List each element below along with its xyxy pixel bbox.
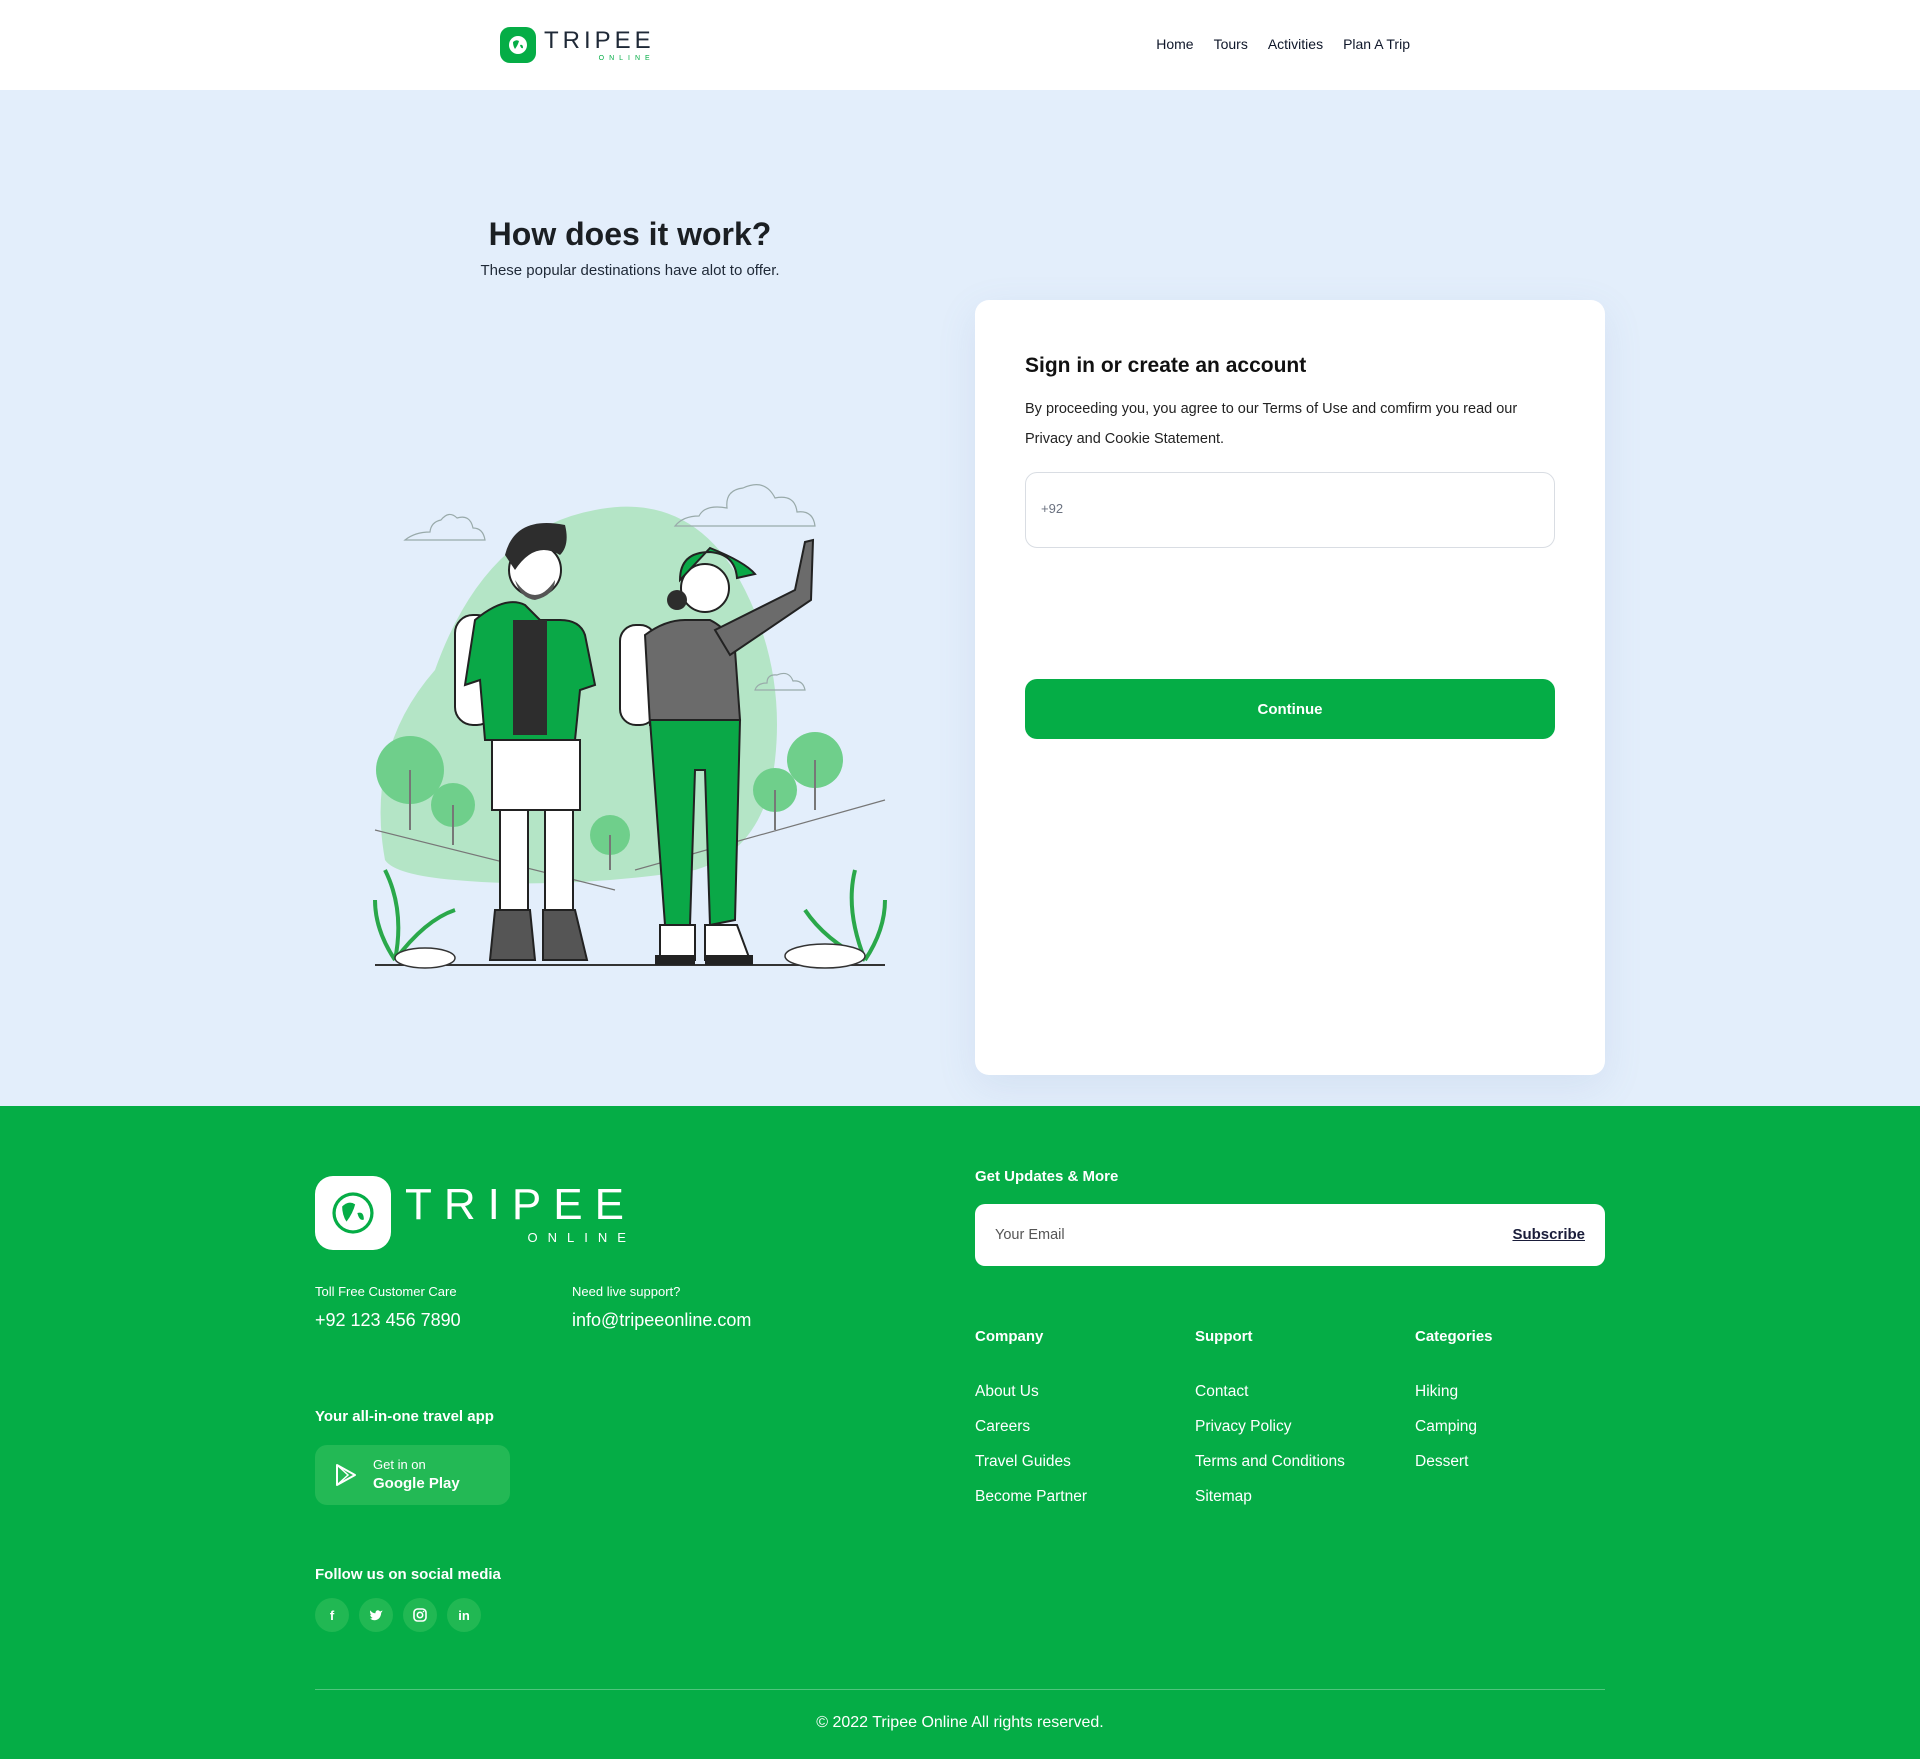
google-play-button[interactable]: Get in on Google Play bbox=[315, 1445, 510, 1505]
link-terms[interactable]: Terms and Conditions bbox=[1195, 1453, 1345, 1471]
nav-home[interactable]: Home bbox=[1156, 36, 1193, 52]
continue-button[interactable]: Continue bbox=[1025, 679, 1555, 739]
copyright-text: © 2022 Tripee Online All rights reserved… bbox=[816, 1714, 1104, 1731]
link-travel-guides[interactable]: Travel Guides bbox=[975, 1453, 1071, 1471]
logo-tagline: ONLINE bbox=[598, 54, 655, 62]
nav-activities[interactable]: Activities bbox=[1268, 36, 1323, 52]
phone-field[interactable] bbox=[1025, 472, 1555, 548]
link-become-partner[interactable]: Become Partner bbox=[975, 1488, 1087, 1506]
support-email[interactable]: info@tripeeonline.com bbox=[572, 1310, 751, 1331]
site-logo[interactable]: TRIPEE ONLINE bbox=[500, 26, 655, 64]
newsletter-box: Subscribe bbox=[975, 1204, 1605, 1266]
email-input[interactable] bbox=[995, 1222, 1465, 1248]
facebook-icon[interactable]: f bbox=[315, 1598, 349, 1632]
play-store-icon bbox=[336, 1464, 356, 1486]
signin-title: Sign in or create an account bbox=[1025, 354, 1307, 377]
hero-subtitle: These popular destinations have alot to … bbox=[480, 262, 780, 279]
link-hiking[interactable]: Hiking bbox=[1415, 1383, 1458, 1401]
app-heading: Your all-in-one travel app bbox=[315, 1408, 494, 1425]
link-sitemap[interactable]: Sitemap bbox=[1195, 1488, 1252, 1506]
hero-title: How does it work? bbox=[488, 216, 772, 252]
site-header: TRIPEE ONLINE Home Tours Activities Plan… bbox=[0, 0, 1920, 90]
link-contact[interactable]: Contact bbox=[1195, 1383, 1248, 1401]
link-careers[interactable]: Careers bbox=[975, 1418, 1030, 1436]
company-heading: Company bbox=[975, 1328, 1044, 1345]
updates-heading: Get Updates & More bbox=[975, 1168, 1119, 1185]
instagram-icon[interactable] bbox=[403, 1598, 437, 1632]
twitter-icon[interactable] bbox=[359, 1598, 393, 1632]
main-nav: Home Tours Activities Plan A Trip bbox=[1156, 36, 1410, 52]
support-heading: Support bbox=[1195, 1328, 1253, 1345]
social-heading: Follow us on social media bbox=[315, 1566, 501, 1583]
footer-logo-tagline: ONLINE bbox=[527, 1229, 636, 1245]
hikers-illustration bbox=[373, 484, 887, 969]
footer-divider bbox=[315, 1689, 1605, 1690]
globe-logo-icon bbox=[315, 1176, 391, 1250]
globe-logo-icon bbox=[500, 27, 536, 63]
hero-section: How does it work? These popular destinat… bbox=[0, 90, 1920, 1106]
link-camping[interactable]: Camping bbox=[1415, 1418, 1477, 1436]
nav-tours[interactable]: Tours bbox=[1214, 36, 1248, 52]
site-footer: TRIPEE ONLINE Toll Free Customer Care +9… bbox=[0, 1106, 1920, 1759]
linkedin-icon[interactable]: in bbox=[447, 1598, 481, 1632]
gp-line2: Google Play bbox=[373, 1474, 460, 1492]
care-label: Toll Free Customer Care bbox=[315, 1284, 457, 1299]
footer-logo[interactable]: TRIPEE ONLINE bbox=[315, 1176, 636, 1250]
signin-terms-text: By proceeding you, you agree to our Term… bbox=[1025, 401, 1518, 447]
categories-heading: Categories bbox=[1415, 1328, 1493, 1345]
support-label: Need live support? bbox=[572, 1284, 681, 1299]
link-dessert[interactable]: Dessert bbox=[1415, 1453, 1468, 1471]
logo-wordmark: TRIPEE bbox=[544, 26, 655, 54]
footer-logo-wordmark: TRIPEE bbox=[405, 1179, 636, 1229]
phone-input[interactable] bbox=[1041, 495, 1521, 521]
link-privacy-policy[interactable]: Privacy Policy bbox=[1195, 1418, 1291, 1436]
gp-line1: Get in on bbox=[373, 1456, 426, 1472]
care-phone[interactable]: +92 123 456 7890 bbox=[315, 1310, 461, 1331]
nav-plan-a-trip[interactable]: Plan A Trip bbox=[1343, 36, 1410, 52]
link-about-us[interactable]: About Us bbox=[975, 1383, 1039, 1401]
signin-card: Sign in or create an account By proceedi… bbox=[975, 300, 1605, 1075]
subscribe-button[interactable]: Subscribe bbox=[1512, 1226, 1585, 1243]
